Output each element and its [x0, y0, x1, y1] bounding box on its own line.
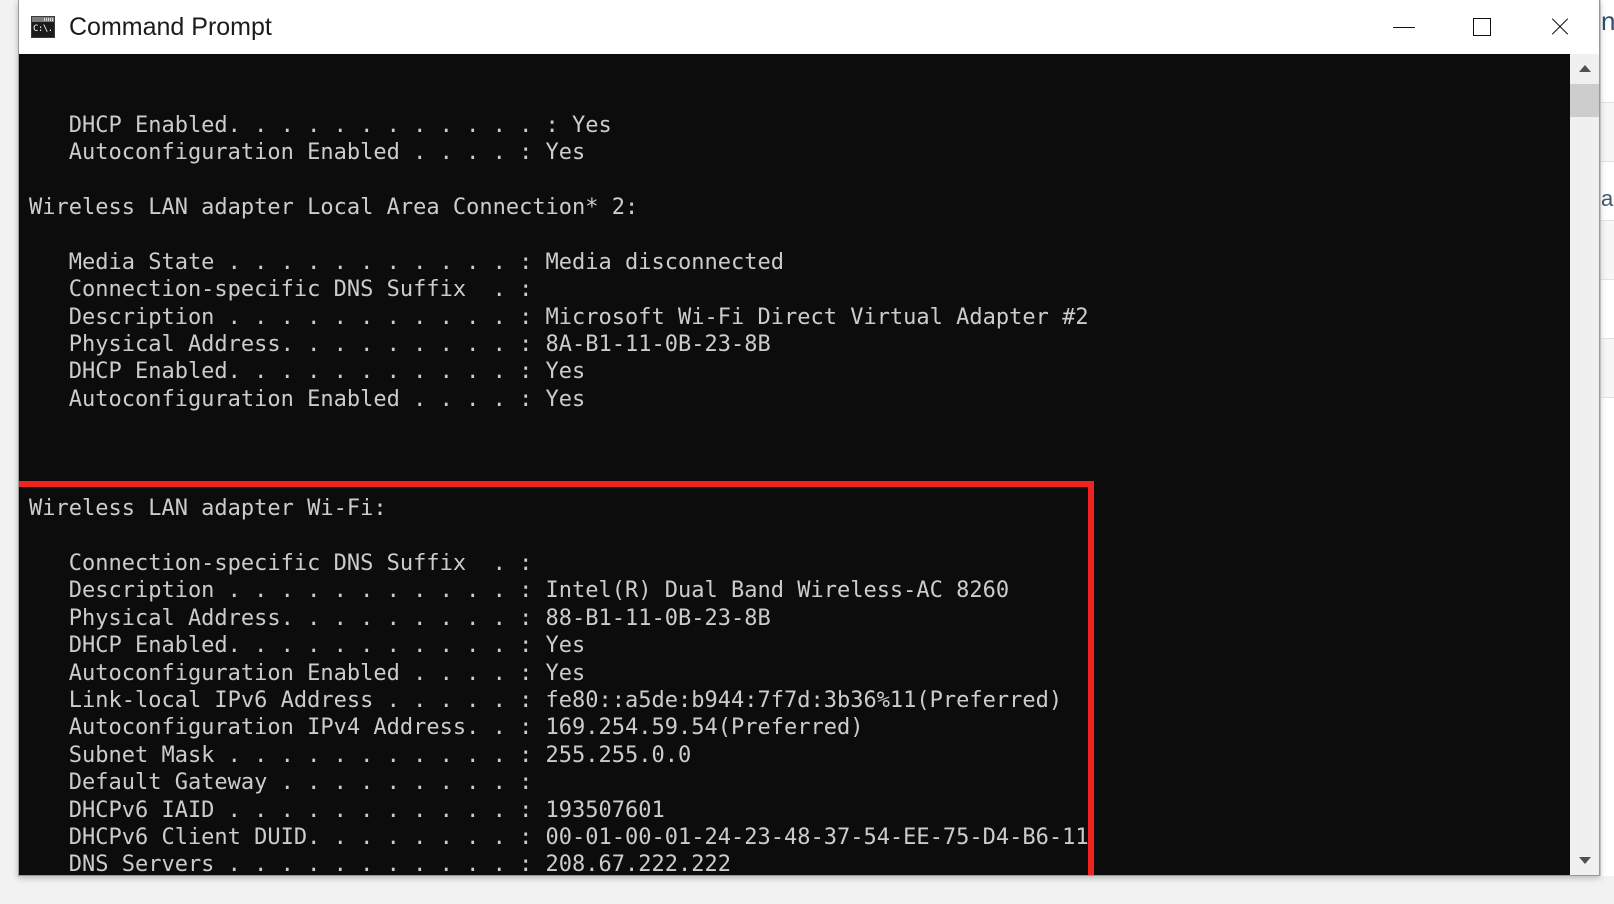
console-line-highlighted: Subnet Mask . . . . . . . . . . . : 255.… [29, 742, 692, 768]
screen: ne ar C:\. Command Prompt [0, 0, 1614, 904]
console-line: Description . . . . . . . . . . . : Micr… [29, 304, 1089, 330]
scrollbar-thumb[interactable] [1570, 84, 1599, 117]
background-window-text: ar [1601, 186, 1614, 211]
console-line: DHCP Enabled. . . . . . . . . . . . : Ye… [29, 112, 612, 138]
cmd-icon: C:\. [31, 16, 55, 38]
console-line-highlighted: Link-local IPv6 Address . . . . . : fe80… [29, 688, 1063, 714]
console-line-highlighted: DHCP Enabled. . . . . . . . . . . : Yes [29, 633, 586, 659]
console-line: Physical Address. . . . . . . . . : 8A-B… [29, 331, 771, 357]
cmd-icon-text: C:\. [32, 22, 54, 37]
console-line-highlighted: DNS Servers . . . . . . . . . . . : 208.… [29, 852, 731, 875]
scroll-up-button[interactable] [1570, 54, 1599, 83]
console-line-highlighted: Wireless LAN adapter Wi-Fi: [29, 496, 387, 522]
window-title: Command Prompt [69, 12, 272, 41]
scroll-down-button[interactable] [1570, 846, 1599, 875]
desktop-background-left [0, 0, 18, 904]
console-area: DHCP Enabled. . . . . . . . . . . . : Ye… [19, 54, 1599, 875]
console-line: Autoconfiguration Enabled . . . . : Yes [29, 386, 586, 412]
console-line: Connection-specific DNS Suffix . : [29, 277, 533, 303]
console-line-highlighted: DHCPv6 Client DUID. . . . . . . . : 00-0… [29, 825, 1089, 850]
desktop-background-bottom [0, 876, 1614, 904]
console-lines-highlighted: Wireless LAN adapter Wi-Fi: Connection-s… [29, 495, 1569, 875]
command-prompt-window: C:\. Command Prompt DHCP Enabled. . . . … [18, 0, 1600, 876]
console-line: Wireless LAN adapter Local Area Connecti… [29, 194, 639, 220]
console-line-highlighted [29, 523, 1569, 550]
close-icon [1549, 16, 1571, 38]
scroll-down-arrow-icon [1578, 857, 1591, 864]
console-line-highlighted: Autoconfiguration IPv4 Address. . : 169.… [29, 715, 864, 741]
title-bar[interactable]: C:\. Command Prompt [19, 0, 1599, 55]
console-line-highlighted: Physical Address. . . . . . . . . : 88-B… [29, 605, 771, 631]
maximize-button[interactable] [1443, 0, 1521, 54]
console-line: Autoconfiguration Enabled . . . . : Yes [29, 140, 586, 166]
console-line: DHCP Enabled. . . . . . . . . . . : Yes [29, 359, 586, 385]
console-line-highlighted: Connection-specific DNS Suffix . : [29, 551, 533, 577]
console-line-highlighted: Default Gateway . . . . . . . . . : [29, 770, 533, 796]
scrollbar-track[interactable] [1570, 83, 1599, 846]
minimize-button[interactable] [1365, 0, 1443, 54]
console-line-highlighted: Autoconfiguration Enabled . . . . : Yes [29, 660, 586, 686]
console-lines-top: DHCP Enabled. . . . . . . . . . . . : Ye… [29, 112, 1569, 441]
close-button[interactable] [1521, 0, 1599, 54]
background-window[interactable]: ne ar [1600, 0, 1614, 904]
console-line-highlighted: DHCPv6 IAID . . . . . . . . . . . : 1935… [29, 797, 665, 823]
background-window-title: ne [1601, 6, 1614, 37]
console-output[interactable]: DHCP Enabled. . . . . . . . . . . . : Ye… [19, 54, 1569, 875]
console-line-highlighted: Description . . . . . . . . . . . : Inte… [29, 578, 1010, 604]
maximize-icon [1473, 18, 1491, 36]
console-scrollbar[interactable] [1569, 54, 1599, 875]
minimize-icon [1393, 26, 1415, 28]
console-line: Media State . . . . . . . . . . . : Medi… [29, 249, 784, 275]
scroll-up-arrow-icon [1578, 65, 1591, 72]
window-controls [1365, 0, 1599, 54]
